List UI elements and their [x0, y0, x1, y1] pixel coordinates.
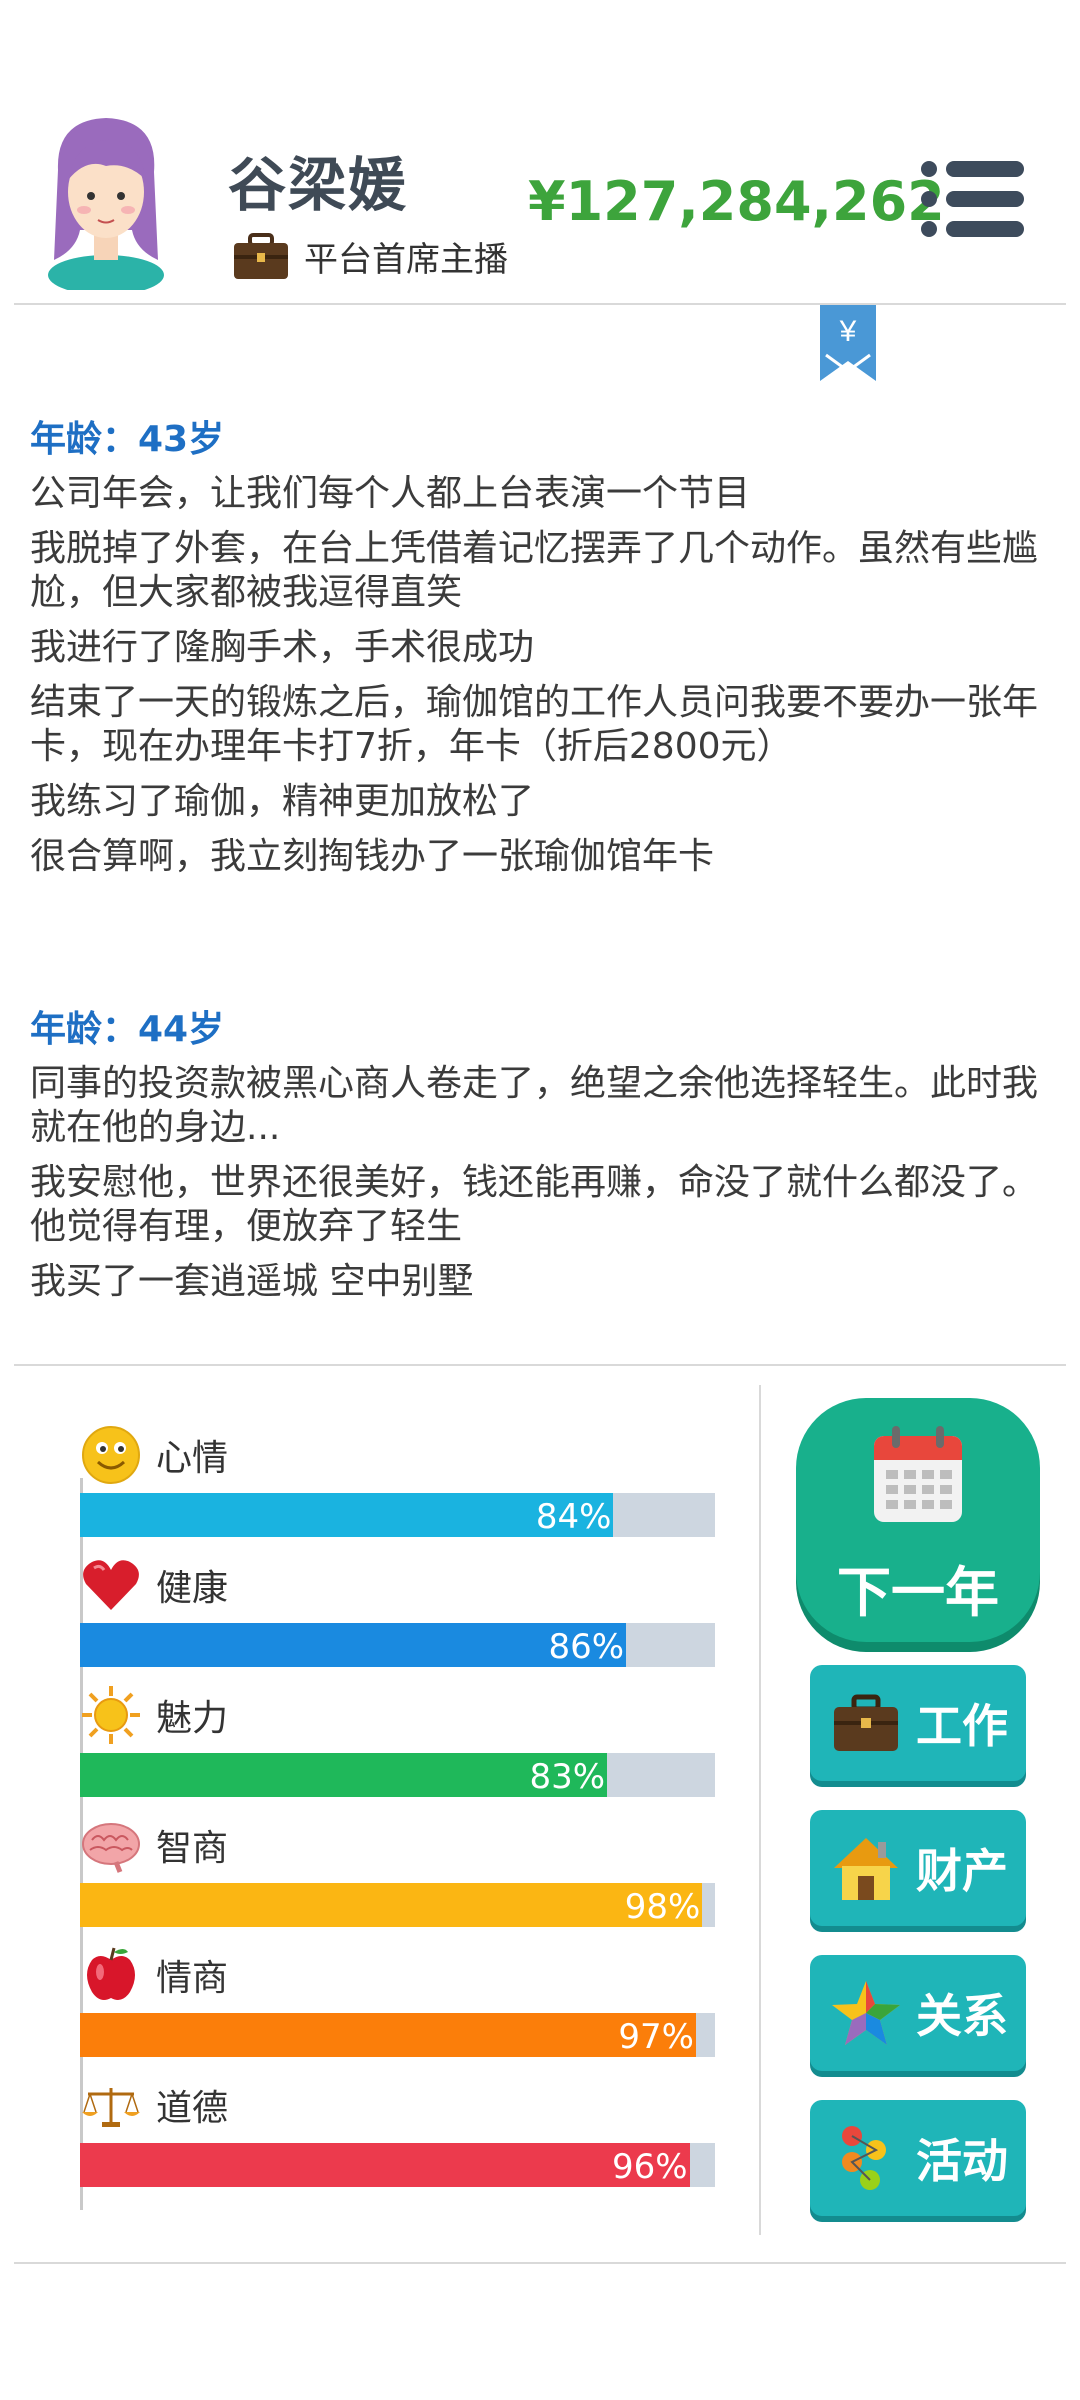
stat-bar: 96%: [80, 2143, 715, 2187]
stat-bar: 86%: [80, 1623, 715, 1667]
avatar[interactable]: [36, 110, 176, 290]
stat-value: 96%: [612, 2147, 688, 2187]
log-entry: 我进行了隆胸手术，手术很成功: [30, 627, 535, 668]
stat-charm: 魅力 83%: [80, 1680, 720, 1797]
stat-value: 84%: [535, 1497, 612, 1537]
bottom-divider: [14, 2262, 1066, 2264]
calendar-icon: [874, 1426, 962, 1522]
log-divider: [14, 1364, 1066, 1366]
stat-value: 83%: [529, 1757, 606, 1797]
stat-bar: 97%: [80, 2013, 715, 2057]
stat-bar-fill: [80, 1493, 614, 1537]
year-log-43: 年龄：43岁 公司年会，让我们每个人都上台表演一个节目 我脱掉了外套，在台上凭借…: [30, 410, 1050, 890]
work-button[interactable]: 工作: [810, 1665, 1026, 1781]
stat-bar-fill: [80, 1623, 627, 1667]
stat-value: 97%: [618, 2017, 694, 2057]
smiley-icon: [82, 1426, 140, 1484]
job-title: 平台首席主播: [304, 240, 508, 280]
svg-text:¥: ¥: [839, 315, 857, 348]
stat-bar: 84%: [80, 1493, 715, 1537]
stat-mood: 心情 84%: [80, 1420, 720, 1537]
money-bookmark-icon[interactable]: ¥: [820, 305, 876, 381]
stat-health: 健康 86%: [80, 1550, 720, 1667]
panel-separator: [759, 1385, 761, 2235]
stat-label: 心情: [156, 1438, 229, 1479]
stat-label: 魅力: [156, 1698, 229, 1739]
next-year-button[interactable]: 下一年: [796, 1398, 1040, 1642]
log-entry: 我脱掉了外套，在台上凭借着记忆摆弄了几个动作。虽然有些尴尬，但大家都被我逗得直笑: [30, 528, 1039, 613]
stat-value: 86%: [548, 1627, 625, 1667]
briefcase-icon: [234, 232, 288, 279]
activities-label: 活动: [916, 2134, 1008, 2188]
brain-icon: [82, 1823, 140, 1873]
log-entry: 结束了一天的锻炼之后，瑜伽馆的工作人员问我要不要办一张年卡，现在办理年卡打7折，…: [30, 682, 1039, 767]
age-heading: 年龄：44岁: [30, 1009, 225, 1050]
year-log-44: 年龄：44岁 同事的投资款被黑心商人卷走了，绝望之余他选择轻生。此时我就在他的身…: [30, 1000, 1050, 1315]
property-label: 财产: [916, 1844, 1008, 1898]
stat-label: 道德: [156, 2088, 229, 2129]
header-divider: [14, 303, 1066, 305]
log-entry: 我安慰他，世界还很美好，钱还能再赚，命没了就什么都没了。他觉得有理，便放弃了轻生: [30, 1162, 1039, 1247]
stat-eq: 情商 97%: [80, 1940, 720, 2057]
money-balance: ¥127,284,262: [528, 170, 945, 233]
sun-icon: [82, 1686, 140, 1744]
property-button[interactable]: 财产: [810, 1810, 1026, 1926]
apple-icon: [87, 1947, 135, 2000]
stat-bar: 83%: [80, 1753, 715, 1797]
star-icon: [832, 1981, 900, 2045]
dots-icon: [842, 2126, 886, 2190]
age-heading: 年龄：43岁: [30, 419, 225, 460]
stat-value: 98%: [624, 1887, 701, 1927]
stat-label: 情商: [156, 1958, 229, 1999]
briefcase-icon: [834, 1694, 898, 1751]
relations-label: 关系: [916, 1989, 1008, 2043]
log-entry: 我练习了瑜伽，精神更加放松了: [30, 781, 535, 822]
stat-label: 智商: [156, 1828, 229, 1869]
stat-bar-fill: [80, 1883, 703, 1927]
log-entry: 公司年会，让我们每个人都上台表演一个节目: [30, 473, 751, 514]
work-label: 工作: [916, 1699, 1008, 1753]
header: 谷梁媛 平台首席主播 ¥127,284,262: [0, 0, 1080, 305]
heart-icon: [83, 1560, 139, 1610]
player-name: 谷梁媛: [228, 151, 409, 219]
next-year-label: 下一年: [837, 1561, 999, 1624]
stat-label: 健康: [156, 1568, 229, 1609]
stat-iq: 智商 98%: [80, 1810, 720, 1927]
stat-morality: 道德 96%: [80, 2070, 720, 2187]
log-entry: 很合算啊，我立刻掏钱办了一张瑜伽馆年卡: [30, 836, 715, 877]
menu-icon[interactable]: [920, 160, 1026, 238]
stat-bar-fill: [80, 2013, 696, 2057]
log-entry: 同事的投资款被黑心商人卷走了，绝望之余他选择轻生。此时我就在他的身边...: [30, 1063, 1039, 1148]
activities-button[interactable]: 活动: [810, 2100, 1026, 2216]
stat-bar: 98%: [80, 1883, 715, 1927]
scales-icon: [82, 2088, 140, 2127]
house-icon: [834, 1838, 898, 1900]
relations-button[interactable]: 关系: [810, 1955, 1026, 2071]
stat-bar-fill: [80, 2143, 690, 2187]
stat-bar-fill: [80, 1753, 608, 1797]
log-entry: 我买了一套逍遥城 空中别墅: [30, 1261, 474, 1302]
job-title-row: 平台首席主播: [232, 232, 508, 281]
